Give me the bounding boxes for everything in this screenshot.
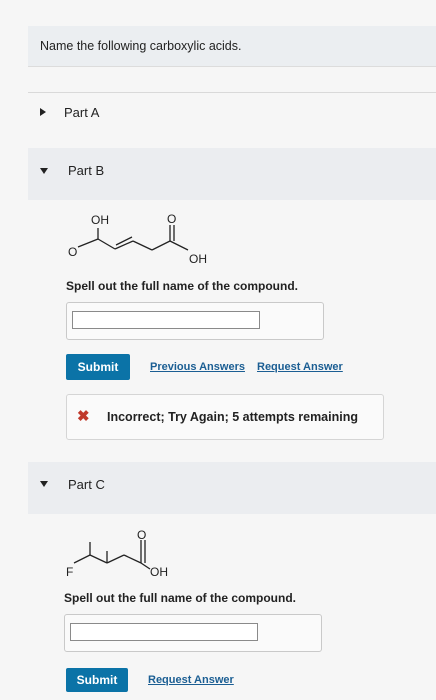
atom-label: OH (91, 213, 109, 227)
atom-label: O (167, 212, 176, 226)
bond (151, 240, 171, 251)
part-b-label: Part B (68, 163, 105, 178)
bond (114, 240, 134, 250)
collapse-arrow-icon (40, 481, 48, 487)
part-c-answer-input[interactable] (70, 623, 258, 641)
feedback-text: Incorrect; Try Again; 5 attempts remaini… (107, 410, 358, 424)
part-b-request-answer-link[interactable]: Request Answer (257, 361, 343, 373)
part-a-header[interactable]: Part A (28, 88, 436, 140)
part-b-submit-button[interactable]: Submit (66, 354, 130, 380)
collapse-arrow-icon (40, 168, 48, 174)
atom-label: O (137, 528, 146, 542)
part-b-header[interactable]: Part B (28, 148, 436, 200)
part-b-answer-input[interactable] (72, 311, 260, 329)
atom-label: O (68, 245, 77, 259)
part-b-question: Spell out the full name of the compound. (66, 279, 298, 293)
problem-prompt: Name the following carboxylic acids. (28, 26, 436, 67)
x-icon: ✖ (77, 408, 90, 425)
bond (89, 554, 108, 564)
bond (97, 238, 116, 250)
expand-arrow-icon (40, 108, 46, 116)
prompt-text: Name the following carboxylic acids. (40, 39, 242, 53)
atom-label: OH (189, 252, 207, 266)
atom-label: F (66, 565, 73, 579)
part-c-submit-button[interactable]: Submit (66, 668, 128, 692)
bond (73, 554, 91, 564)
atom-label: OH (150, 565, 168, 579)
part-c-header[interactable]: Part C (28, 462, 436, 514)
bond (132, 240, 153, 251)
feedback-box: ✖ Incorrect; Try Again; 5 attempts remai… (66, 394, 384, 440)
part-b-answer-box (66, 302, 324, 340)
part-b-structure: OH O O OH (68, 212, 207, 266)
bond (106, 554, 125, 564)
part-c-structure: O F OH (66, 528, 168, 579)
bond (169, 240, 189, 251)
part-c-answer-box (64, 614, 322, 652)
bond (140, 562, 151, 570)
bond (77, 238, 99, 248)
bond (115, 236, 133, 246)
bond (123, 554, 142, 564)
part-c-label: Part C (68, 477, 105, 492)
part-c-question: Spell out the full name of the compound. (64, 591, 296, 605)
previous-answers-link[interactable]: Previous Answers (150, 361, 245, 373)
part-a-label: Part A (64, 105, 100, 120)
part-c-request-answer-link[interactable]: Request Answer (148, 674, 234, 686)
